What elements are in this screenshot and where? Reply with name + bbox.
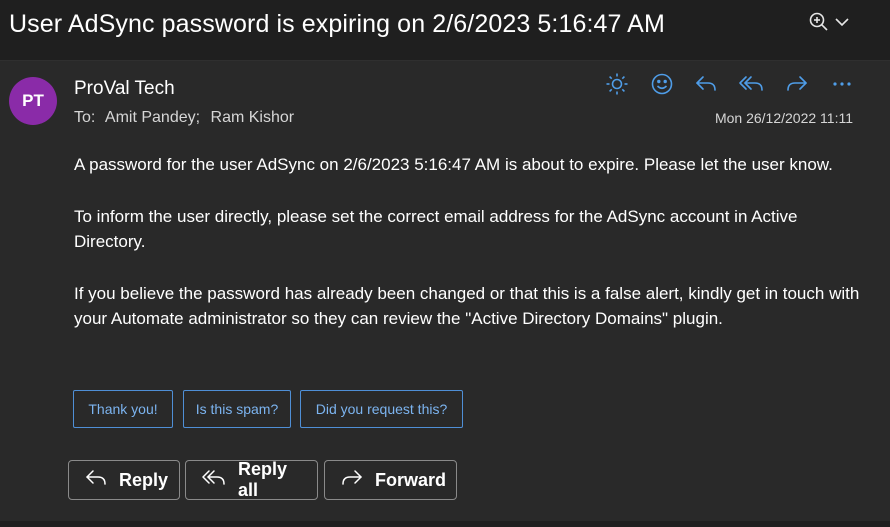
zoom-icon <box>808 11 830 38</box>
bottom-divider <box>0 521 890 527</box>
reply-all-label: Reply all <box>238 459 288 500</box>
forward-icon[interactable] <box>784 71 810 97</box>
body-paragraph: A password for the user AdSync on 2/6/20… <box>74 155 833 174</box>
reply-all-button[interactable]: Reply all <box>185 459 318 500</box>
forward-button[interactable]: Forward <box>324 460 457 500</box>
recipient[interactable]: Amit Pandey; <box>105 109 200 126</box>
zoom-button[interactable] <box>808 10 856 38</box>
body-paragraph: To inform the user directly, please set … <box>74 207 798 251</box>
sender-name[interactable]: ProVal Tech <box>74 78 175 100</box>
reply-icon <box>85 468 107 493</box>
message-body: A password for the user AdSync on 2/6/20… <box>74 152 864 358</box>
reply-button[interactable]: Reply <box>68 460 180 500</box>
emoji-icon[interactable] <box>649 71 675 97</box>
recipients-line: To: Amit Pandey; Ram Kishor <box>74 109 300 127</box>
email-subject: User AdSync password is expiring on 2/6/… <box>9 10 665 38</box>
avatar[interactable]: PT <box>9 77 57 125</box>
forward-label: Forward <box>375 469 447 490</box>
reply-all-icon <box>202 468 226 493</box>
suggested-reply-request[interactable]: Did you request this? <box>300 390 463 428</box>
sun-icon[interactable] <box>604 71 630 97</box>
suggested-reply-thank-you[interactable]: Thank you! <box>73 390 173 428</box>
forward-icon <box>341 468 363 493</box>
reply-icon[interactable] <box>693 71 719 97</box>
more-icon[interactable] <box>829 71 855 97</box>
message-card: PT ProVal Tech To: Amit Pandey; Ram Kish… <box>0 60 890 522</box>
message-date: Mon 26/12/2022 11:11 <box>714 110 853 126</box>
reply-all-icon[interactable] <box>738 71 764 97</box>
recipient[interactable]: Ram Kishor <box>211 109 295 126</box>
message-actions <box>604 71 854 97</box>
reply-label: Reply <box>119 469 169 490</box>
subject-bar: User AdSync password is expiring on 2/6/… <box>0 0 890 52</box>
body-paragraph: If you believe the password has already … <box>74 284 860 328</box>
suggested-reply-spam[interactable]: Is this spam? <box>183 390 291 428</box>
chevron-down-icon <box>834 14 850 35</box>
to-label: To: <box>74 109 96 126</box>
